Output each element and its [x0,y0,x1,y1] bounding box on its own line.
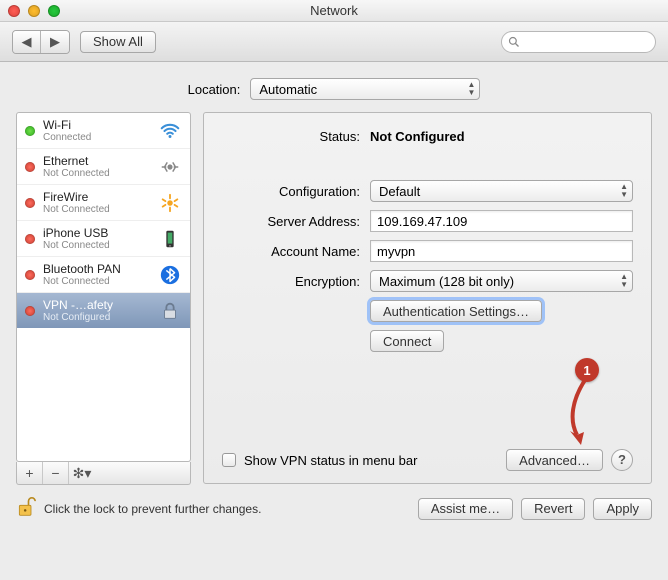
ethernet-icon [158,155,182,179]
zoom-window-button[interactable] [48,5,60,17]
sidebar-item-status: Not Configured [43,312,150,323]
sidebar-item-iphone-usb[interactable]: iPhone USB Not Connected [17,221,190,257]
status-label: Status: [222,129,360,144]
sidebar-item-status: Not Connected [43,204,150,215]
nav-buttons: ◀ ▶ [12,30,70,54]
remove-interface-button[interactable]: − [43,462,69,484]
iphone-icon [158,227,182,251]
sidebar-item-label: Ethernet [43,154,150,168]
advanced-button[interactable]: Advanced… [506,449,603,471]
minimize-window-button[interactable] [28,5,40,17]
forward-button[interactable]: ▶ [41,31,69,53]
sidebar-item-ethernet[interactable]: Ethernet Not Connected [17,149,190,185]
configuration-select[interactable]: Default ▲▼ [370,180,633,202]
back-button[interactable]: ◀ [13,31,41,53]
help-button[interactable]: ? [611,449,633,471]
configuration-value: Default [379,184,420,199]
details-bottom-row: Show VPN status in menu bar Advanced… ? [222,449,633,471]
chevron-updown-icon: ▲▼ [620,183,628,199]
search-field[interactable] [501,31,656,53]
sidebar-item-status: Connected [43,132,150,143]
sidebar-item-label: VPN -…afety [43,298,150,312]
search-input[interactable] [520,35,649,49]
status-dot-icon [25,198,35,208]
authentication-settings-button[interactable]: Authentication Settings… [370,300,542,322]
sidebar-item-bluetooth-pan[interactable]: Bluetooth PAN Not Connected [17,257,190,293]
sidebar-item-label: Bluetooth PAN [43,262,150,276]
details-pane: Status: Not Configured Configuration: De… [203,112,652,484]
toolbar: ◀ ▶ Show All [0,22,668,62]
status-dot-icon [25,306,35,316]
wifi-icon [158,119,182,143]
sidebar-item-vpn[interactable]: VPN -…afety Not Configured [17,293,190,328]
close-window-button[interactable] [8,5,20,17]
sidebar-item-status: Not Connected [43,168,150,179]
sidebar-item-wifi[interactable]: Wi-Fi Connected [17,113,190,149]
location-row: Location: Automatic ▲▼ [0,62,668,112]
encryption-label: Encryption: [222,274,360,289]
sidebar-item-label: Wi-Fi [43,118,150,132]
server-address-input[interactable] [370,210,633,232]
lock-open-icon[interactable] [16,495,36,522]
sidebar-toolbar: + − ✻▾ [16,462,191,485]
status-dot-icon [25,162,35,172]
account-name-input[interactable] [370,240,633,262]
sidebar-item-label: iPhone USB [43,226,150,240]
chevron-updown-icon: ▲▼ [467,81,475,97]
window-title: Network [0,3,668,18]
chevron-updown-icon: ▲▼ [620,273,628,289]
sidebar-item-status: Not Connected [43,240,150,251]
main-area: Wi-Fi Connected Ethernet Not Connected [0,112,668,485]
location-label: Location: [188,82,241,97]
titlebar: Network [0,0,668,22]
callout-badge: 1 [575,358,599,382]
connect-button[interactable]: Connect [370,330,444,352]
server-address-label: Server Address: [222,214,360,229]
encryption-value: Maximum (128 bit only) [379,274,514,289]
revert-button[interactable]: Revert [521,498,585,520]
assist-me-button[interactable]: Assist me… [418,498,513,520]
status-dot-icon [25,270,35,280]
status-dot-icon [25,126,35,136]
callout-number: 1 [583,363,590,378]
sidebar-item-firewire[interactable]: FireWire Not Connected [17,185,190,221]
location-value: Automatic [259,82,317,97]
show-all-button[interactable]: Show All [80,31,156,53]
status-dot-icon [25,234,35,244]
sidebar-item-label: FireWire [43,190,150,204]
add-interface-button[interactable]: + [17,462,43,484]
lock-text: Click the lock to prevent further change… [44,502,261,516]
traffic-lights [8,5,60,17]
firewire-icon [158,191,182,215]
interface-actions-button[interactable]: ✻▾ [69,462,95,484]
lock-icon [158,299,182,323]
configuration-label: Configuration: [222,184,360,199]
status-value: Not Configured [370,129,465,144]
footer: Click the lock to prevent further change… [0,485,668,522]
bluetooth-icon [158,263,182,287]
sidebar: Wi-Fi Connected Ethernet Not Connected [16,112,191,485]
encryption-select[interactable]: Maximum (128 bit only) ▲▼ [370,270,633,292]
account-name-label: Account Name: [222,244,360,259]
search-icon [508,36,520,48]
callout-arrow-icon [557,375,607,445]
interfaces-list[interactable]: Wi-Fi Connected Ethernet Not Connected [16,112,191,462]
show-vpn-status-checkbox[interactable] [222,453,236,467]
show-vpn-status-label: Show VPN status in menu bar [244,453,417,468]
sidebar-item-status: Not Connected [43,276,150,287]
location-select[interactable]: Automatic ▲▼ [250,78,480,100]
apply-button[interactable]: Apply [593,498,652,520]
